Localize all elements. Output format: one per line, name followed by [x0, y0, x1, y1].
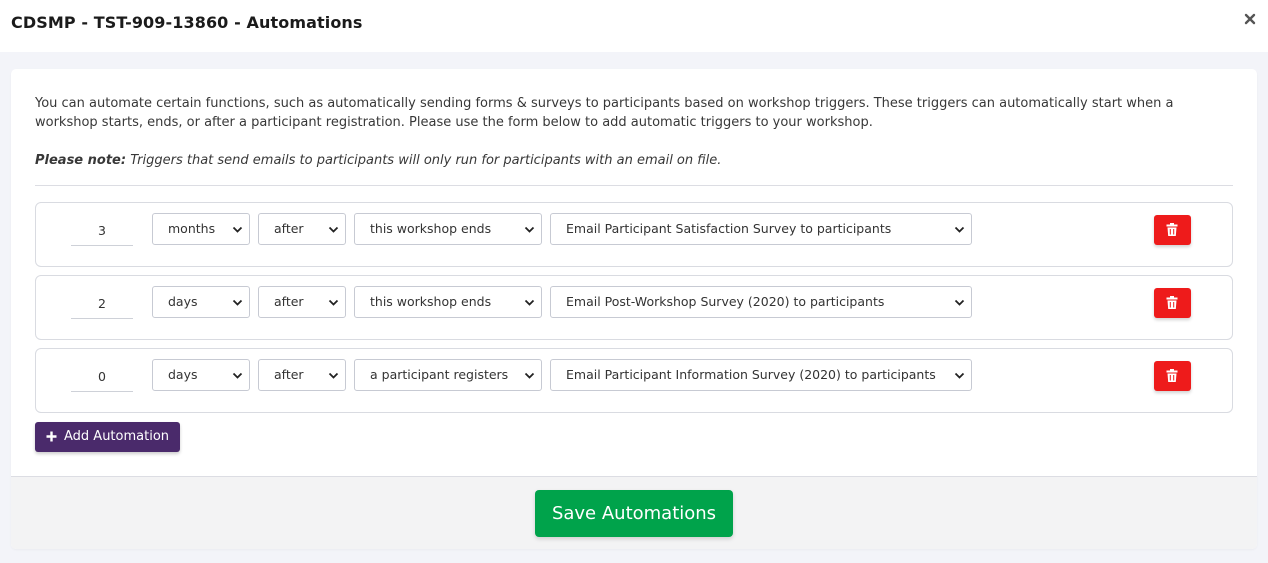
action-value: Email Participant Satisfaction Survey to…: [566, 221, 892, 236]
unit-value: months: [168, 221, 216, 236]
delete-automation-button[interactable]: [1154, 288, 1191, 318]
chevron-down-icon: [232, 372, 243, 379]
chevron-down-icon: [524, 226, 535, 233]
action-select[interactable]: Email Participant Satisfaction Survey to…: [550, 213, 972, 245]
timing-select[interactable]: after: [258, 286, 346, 318]
trash-icon: [1166, 296, 1178, 309]
amount-input[interactable]: [71, 362, 133, 392]
close-icon[interactable]: [1243, 12, 1257, 26]
timing-value: after: [274, 221, 304, 236]
note-body: Triggers that send emails to participant…: [130, 153, 722, 168]
trash-icon: [1166, 223, 1178, 236]
amount-input[interactable]: [71, 216, 133, 246]
chevron-down-icon: [954, 226, 965, 233]
amount-input[interactable]: [71, 289, 133, 319]
chevron-down-icon: [328, 372, 339, 379]
trigger-select[interactable]: this workshop ends: [354, 286, 542, 318]
delete-automation-button[interactable]: [1154, 215, 1191, 245]
chevron-down-icon: [328, 299, 339, 306]
save-automations-button[interactable]: Save Automations: [535, 490, 733, 537]
automation-row: days after a participant registers Email…: [35, 348, 1233, 413]
modal-footer: Save Automations: [11, 476, 1257, 549]
intro-text: You can automate certain functions, such…: [35, 96, 1174, 130]
chevron-down-icon: [524, 299, 535, 306]
automation-row: months after this workshop ends Email Pa…: [35, 202, 1233, 267]
unit-select[interactable]: days: [152, 359, 250, 391]
chevron-down-icon: [524, 372, 535, 379]
timing-value: after: [274, 294, 304, 309]
divider: [35, 185, 1233, 186]
trash-icon: [1166, 369, 1178, 382]
unit-select[interactable]: days: [152, 286, 250, 318]
unit-value: days: [168, 367, 198, 382]
action-select[interactable]: Email Participant Information Survey (20…: [550, 359, 972, 391]
note-text: Please note: Triggers that send emails t…: [35, 151, 1235, 170]
trigger-value: a participant registers: [370, 367, 509, 382]
chevron-down-icon: [954, 299, 965, 306]
timing-select[interactable]: after: [258, 213, 346, 245]
chevron-down-icon: [232, 226, 243, 233]
delete-automation-button[interactable]: [1154, 361, 1191, 391]
automation-row: days after this workshop ends Email Post…: [35, 275, 1233, 340]
chevron-down-icon: [954, 372, 965, 379]
add-automation-label: Add Automation: [64, 429, 170, 444]
modal-header: CDSMP - TST-909-13860 - Automations: [0, 0, 1268, 52]
action-select[interactable]: Email Post-Workshop Survey (2020) to par…: [550, 286, 972, 318]
add-automation-button[interactable]: Add Automation: [35, 422, 180, 452]
trigger-value: this workshop ends: [370, 294, 492, 309]
note-label: Please note:: [35, 153, 127, 168]
chevron-down-icon: [232, 299, 243, 306]
chevron-down-icon: [328, 226, 339, 233]
action-value: Email Post-Workshop Survey (2020) to par…: [566, 294, 885, 309]
trigger-select[interactable]: a participant registers: [354, 359, 542, 391]
plus-icon: [46, 431, 57, 442]
unit-value: days: [168, 294, 198, 309]
timing-select[interactable]: after: [258, 359, 346, 391]
modal-title: CDSMP - TST-909-13860 - Automations: [11, 13, 363, 32]
timing-value: after: [274, 367, 304, 382]
trigger-value: this workshop ends: [370, 221, 492, 236]
trigger-select[interactable]: this workshop ends: [354, 213, 542, 245]
automations-card: You can automate certain functions, such…: [11, 69, 1257, 549]
action-value: Email Participant Information Survey (20…: [566, 367, 936, 382]
unit-select[interactable]: months: [152, 213, 250, 245]
